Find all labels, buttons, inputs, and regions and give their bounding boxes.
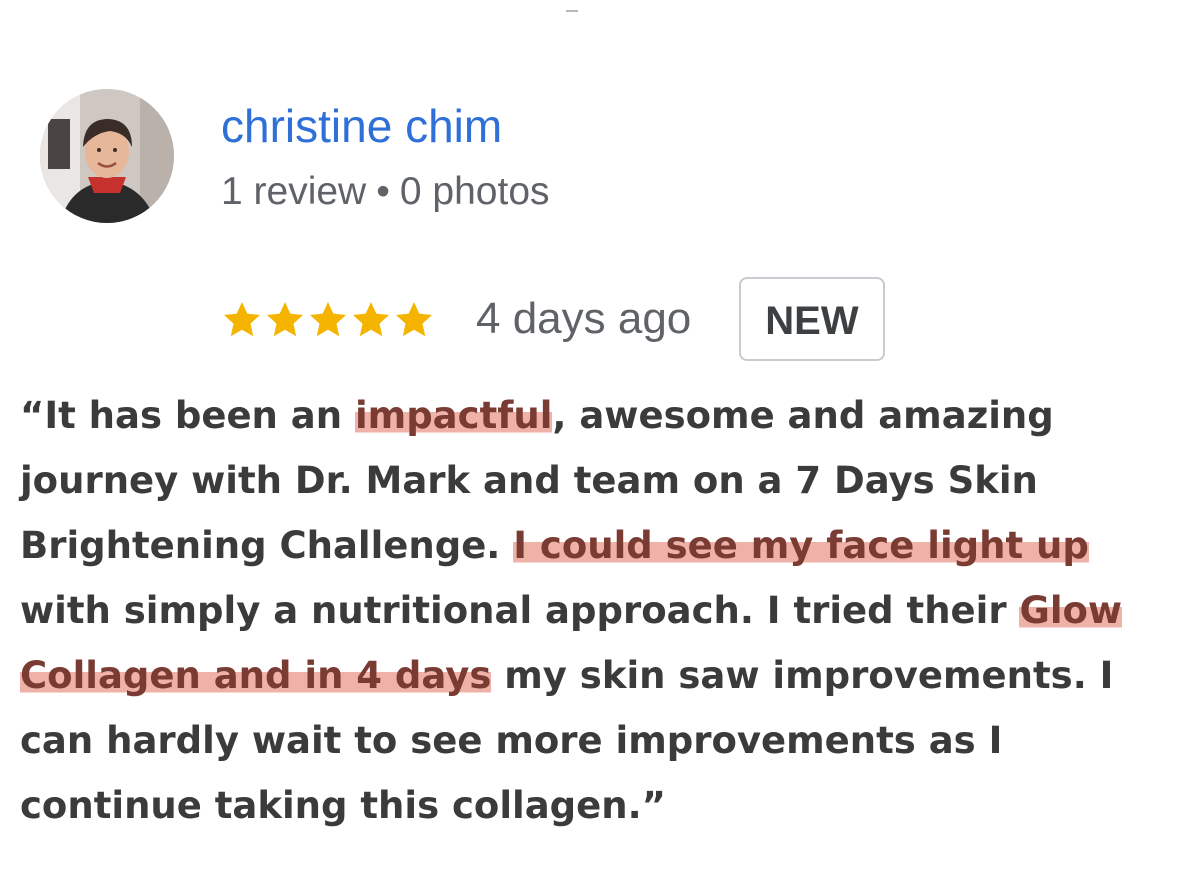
review-text: “It has been an impactful, awesome and a… bbox=[20, 383, 1192, 838]
photo-count: 0 photos bbox=[399, 170, 550, 213]
star-icon bbox=[222, 300, 262, 338]
star-rating bbox=[222, 300, 434, 338]
review-count: 1 review bbox=[221, 170, 367, 213]
top-divider bbox=[566, 10, 578, 12]
user-photo-avatar-icon bbox=[40, 89, 174, 223]
reviewer-avatar[interactable] bbox=[40, 89, 174, 223]
star-icon bbox=[351, 300, 391, 338]
highlighted-phrase: impactful bbox=[354, 394, 553, 437]
reviewer-stats: 1 review • 0 photos bbox=[221, 167, 550, 217]
star-icon bbox=[265, 300, 305, 338]
highlighted-phrase: I could see my face light up bbox=[513, 524, 1089, 567]
meta-separator: • bbox=[376, 170, 390, 213]
star-icon bbox=[308, 300, 348, 338]
reviewer-name-link[interactable]: christine chim bbox=[221, 98, 502, 154]
rating-row: 4 days ago NEW bbox=[222, 275, 885, 363]
new-badge: NEW bbox=[739, 277, 885, 361]
review-text-segment: “It has been an bbox=[20, 394, 355, 437]
star-icon bbox=[394, 300, 434, 338]
review-date: 4 days ago bbox=[476, 294, 692, 343]
review-text-segment: with simply a nutritional approach. I tr… bbox=[20, 589, 1020, 632]
